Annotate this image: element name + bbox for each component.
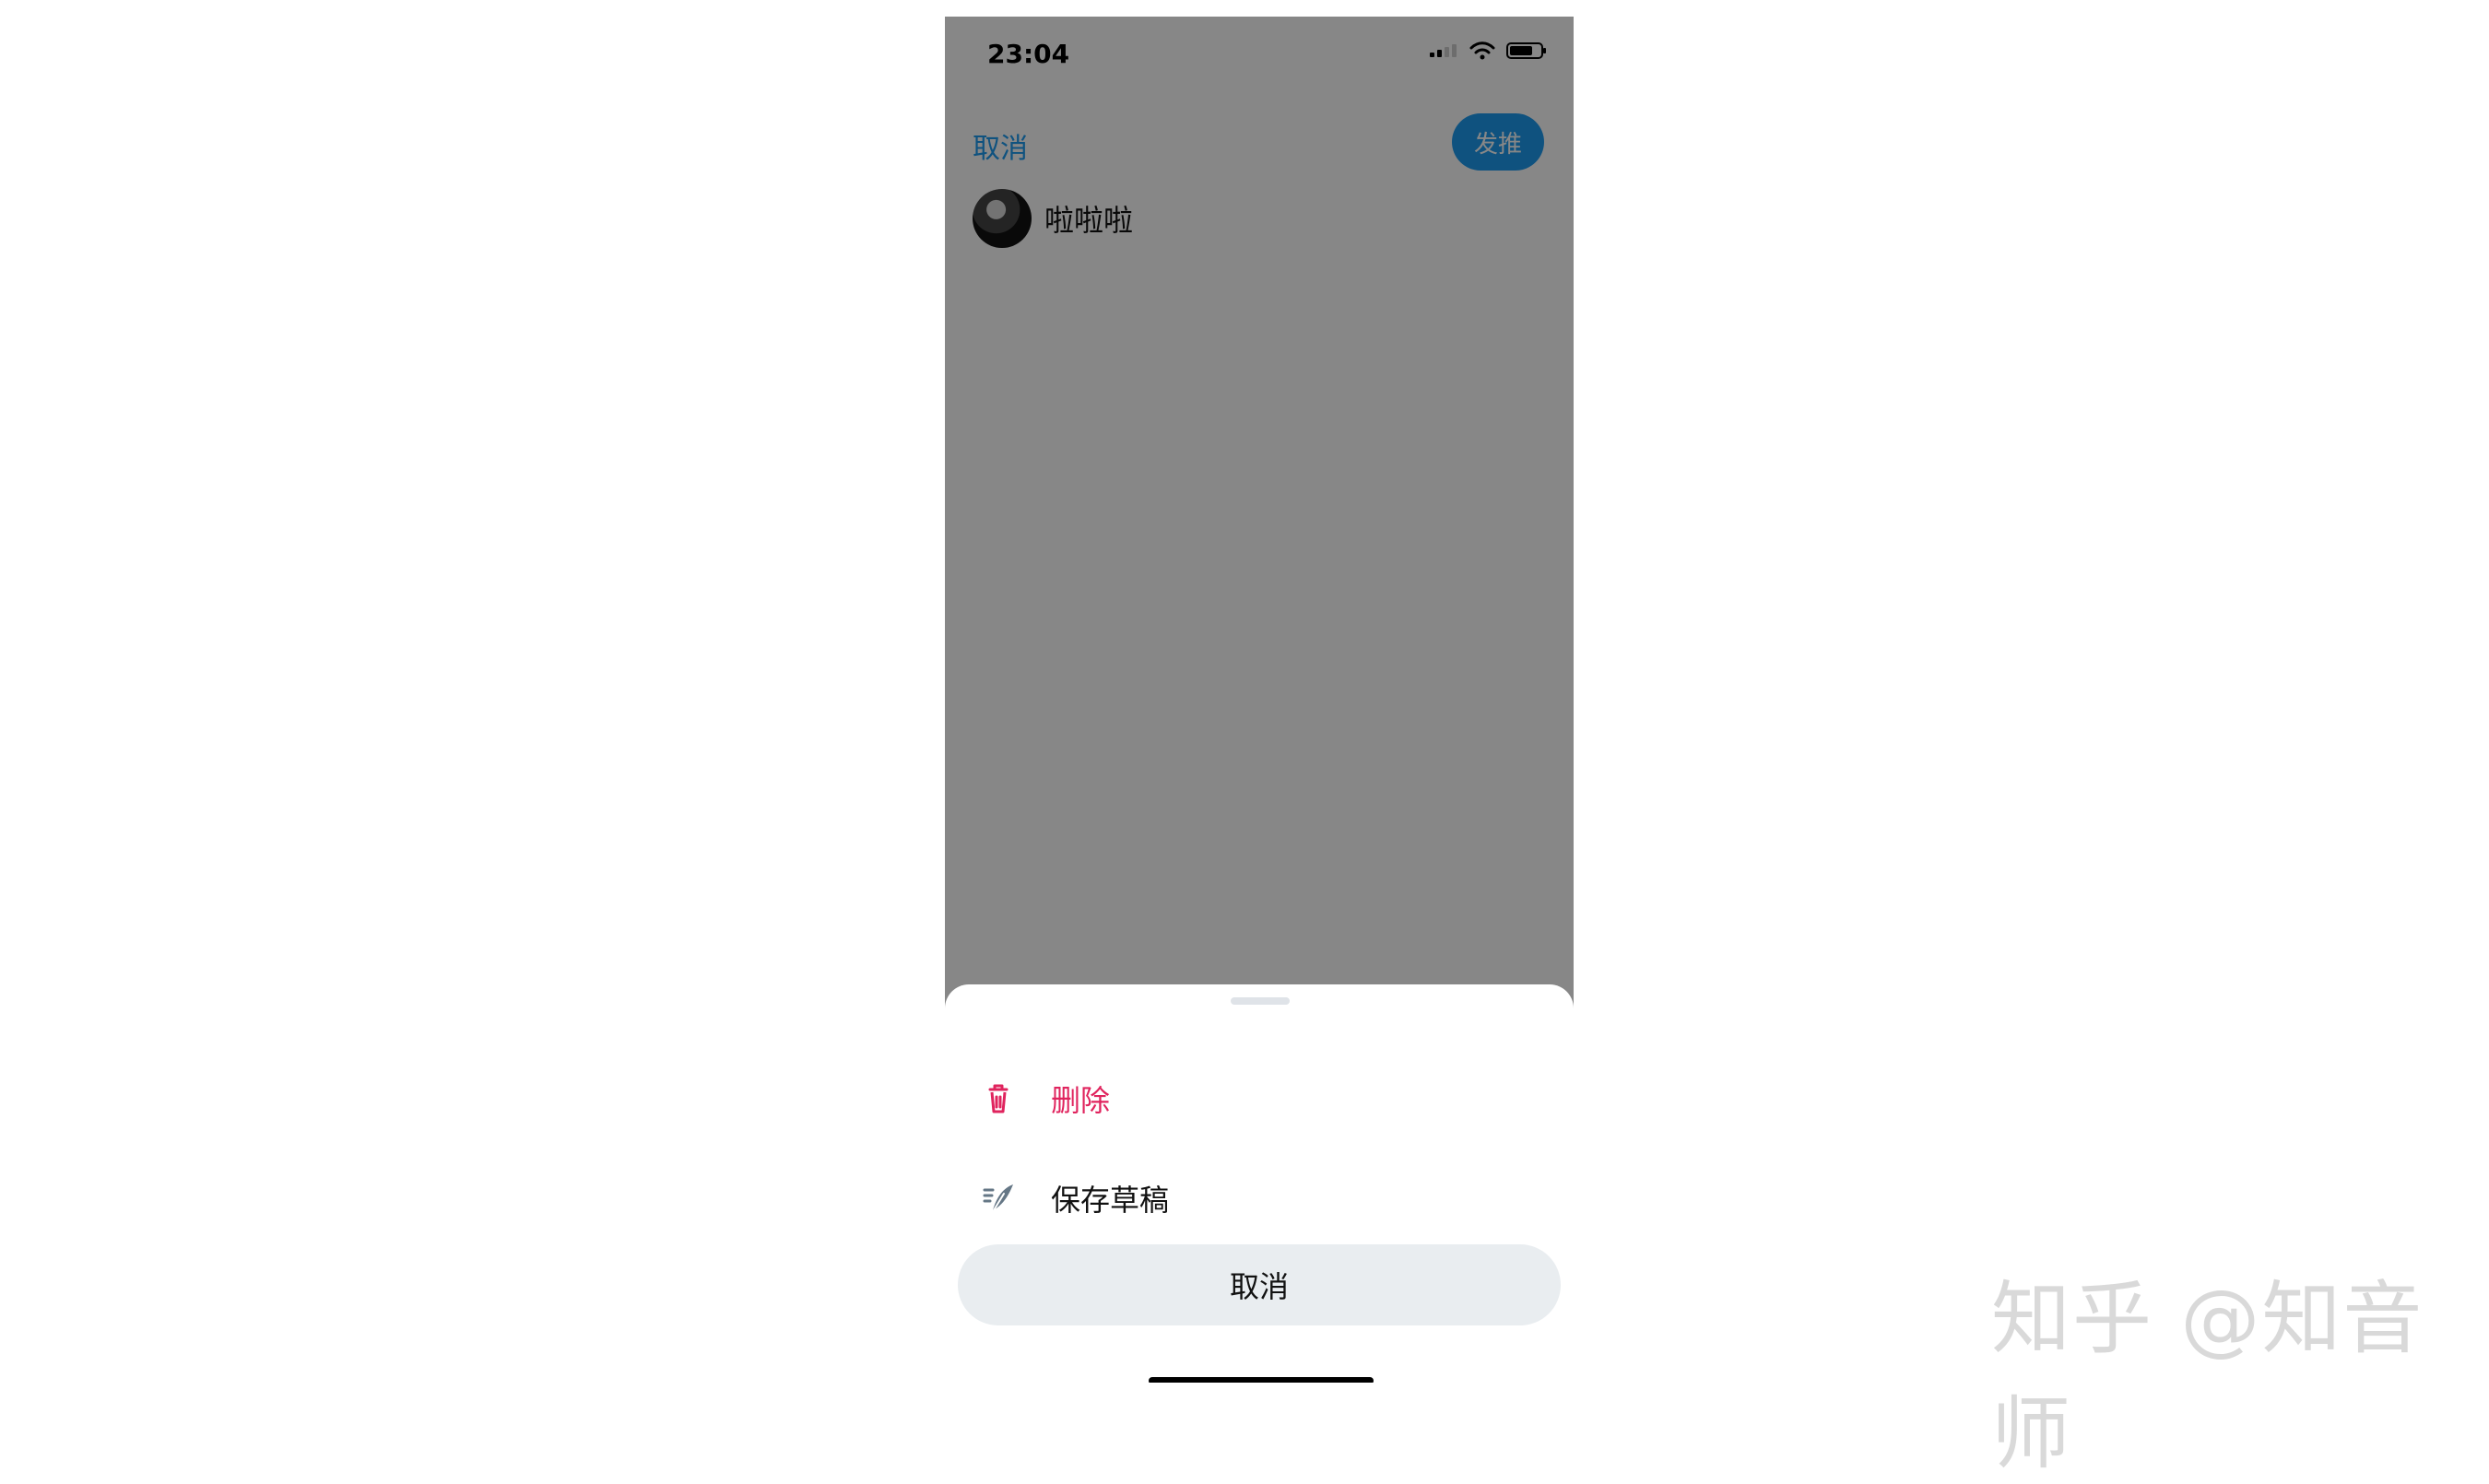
watermark-text: 知乎 @知音师 [1991, 1273, 2424, 1480]
delete-label: 删除 [1051, 1083, 1111, 1118]
trash-icon [988, 1084, 1009, 1113]
save-draft-action[interactable]: 保存草稿 [945, 1161, 1574, 1235]
phone-frame: 23:04 取消 发推 啦啦啦 删除 保存草稿 取消 [945, 17, 1574, 1383]
compose-screen: 23:04 取消 发推 啦啦啦 删除 保存草稿 取消 [945, 17, 1574, 1383]
delete-action[interactable]: 删除 [945, 1062, 1574, 1136]
home-indicator [1149, 1377, 1374, 1383]
save-draft-label: 保存草稿 [1051, 1183, 1170, 1218]
sheet-cancel-button[interactable]: 取消 [958, 1244, 1561, 1325]
feather-icon [983, 1184, 1013, 1211]
sheet-handle[interactable] [1231, 997, 1290, 1005]
action-sheet: 删除 保存草稿 取消 [945, 984, 1574, 1383]
